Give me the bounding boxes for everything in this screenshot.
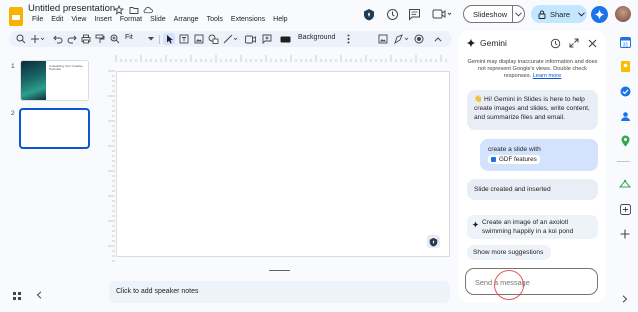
- lock-icon: [538, 10, 546, 19]
- zoom-icon[interactable]: [109, 33, 121, 45]
- keyboard-shortcut-icon[interactable]: [279, 33, 292, 45]
- get-add-ons-icon[interactable]: [618, 227, 632, 241]
- document-title[interactable]: Untitled presentation: [28, 3, 115, 14]
- menu-format[interactable]: Format: [116, 16, 146, 23]
- gemini-disclaimer: Gemini may display inaccurate informatio…: [466, 59, 599, 80]
- suggestion-chip[interactable]: Create an image of an axolotl swimming h…: [467, 215, 598, 239]
- pen-tool-icon[interactable]: [393, 33, 411, 45]
- line-icon[interactable]: [222, 33, 240, 45]
- tasks-icon[interactable]: [618, 84, 632, 98]
- slides-logo-icon[interactable]: [9, 7, 23, 26]
- chevron-up-icon[interactable]: [432, 33, 444, 45]
- search-menus-icon[interactable]: [15, 33, 27, 45]
- menu-bar: File Edit View Insert Format Slide Arran…: [28, 16, 292, 23]
- gemini-shield-icon[interactable]: [362, 7, 376, 21]
- chevron-right-icon[interactable]: [618, 292, 632, 306]
- show-more-suggestions-button[interactable]: Show more suggestions: [467, 245, 551, 260]
- zoom-select[interactable]: Fit: [125, 34, 133, 41]
- file-chip-label: GDF features: [499, 156, 537, 163]
- slide-canvas[interactable]: [116, 71, 450, 257]
- slide-number: 2: [11, 110, 15, 117]
- comments-icon[interactable]: [407, 7, 421, 21]
- gemini-message-input[interactable]: Send a message: [465, 268, 598, 295]
- docs-file-icon: [491, 157, 496, 162]
- maps-icon[interactable]: [618, 134, 632, 148]
- slide-thumbnail-1[interactable]: Unleashing Your Creative Potential: [20, 60, 89, 101]
- more-options-icon[interactable]: [344, 33, 352, 45]
- calendar-icon[interactable]: 31: [618, 35, 632, 49]
- star-icon[interactable]: [114, 5, 124, 15]
- slide-thumbnail-2[interactable]: [19, 108, 90, 149]
- menu-slide[interactable]: Slide: [146, 16, 170, 23]
- account-avatar[interactable]: [615, 6, 631, 22]
- menu-help[interactable]: Help: [269, 16, 291, 23]
- share-label: Share: [550, 9, 571, 19]
- meet-call-icon[interactable]: [431, 7, 453, 21]
- chevron-left-icon[interactable]: [34, 290, 43, 299]
- divider: [617, 161, 630, 162]
- add-on-icon[interactable]: [618, 177, 632, 191]
- menu-view[interactable]: View: [67, 16, 90, 23]
- record-icon[interactable]: [413, 33, 425, 45]
- new-slide-icon[interactable]: [30, 33, 46, 45]
- cloud-status-icon[interactable]: [143, 5, 153, 15]
- menu-arrange[interactable]: Arrange: [170, 16, 203, 23]
- share-button[interactable]: Share: [531, 5, 587, 23]
- slideshow-label: Slideshow: [473, 9, 508, 19]
- svg-text:31: 31: [622, 42, 628, 48]
- menu-file[interactable]: File: [28, 16, 47, 23]
- move-folder-icon[interactable]: [129, 5, 139, 15]
- file-chip[interactable]: GDF features: [488, 155, 540, 164]
- image-options-icon[interactable]: [377, 33, 389, 45]
- gemini-sparkle-icon: [466, 38, 476, 48]
- keep-icon[interactable]: [618, 59, 632, 73]
- select-cursor-icon[interactable]: [163, 33, 175, 45]
- menu-edit[interactable]: Edit: [47, 16, 67, 23]
- notes-resize-handle[interactable]: [269, 270, 290, 271]
- shape-icon[interactable]: [207, 33, 219, 45]
- background-button[interactable]: Background: [298, 34, 335, 41]
- divider: [159, 35, 160, 44]
- user-prompt-message: create a slide with GDF features: [480, 139, 598, 171]
- thumbnail-artwork: [21, 61, 46, 100]
- text-box-icon[interactable]: [178, 33, 190, 45]
- sparkle-icon: [471, 220, 479, 228]
- paint-format-icon[interactable]: [94, 33, 106, 45]
- contacts-icon[interactable]: [618, 109, 632, 123]
- gemini-welcome-message: 👋 Hi! Gemini in Slides is here to help c…: [467, 90, 598, 130]
- redo-icon[interactable]: [66, 33, 78, 45]
- thumbnail-title: Unleashing Your Creative Potential: [49, 64, 83, 72]
- menu-extensions[interactable]: Extensions: [227, 16, 269, 23]
- comment-add-icon[interactable]: [261, 33, 273, 45]
- gemini-panel-title: Gemini: [480, 38, 507, 48]
- speaker-notes[interactable]: Click to add speaker notes: [109, 281, 450, 303]
- horizontal-ruler[interactable]: [108, 54, 450, 62]
- close-icon[interactable]: [586, 37, 598, 49]
- undo-icon[interactable]: [52, 33, 64, 45]
- learn-more-link[interactable]: Learn more: [533, 73, 562, 79]
- menu-tools[interactable]: Tools: [203, 16, 227, 23]
- insert-image-icon[interactable]: [193, 33, 205, 45]
- gemini-sparkle-button[interactable]: [591, 6, 608, 23]
- chevron-down-icon[interactable]: [147, 33, 155, 45]
- add-on-icon[interactable]: [618, 202, 632, 216]
- suggestion-text: Create an image of an axolotl swimming h…: [482, 219, 574, 235]
- slide-number: 1: [11, 63, 15, 70]
- history-icon[interactable]: [549, 37, 561, 49]
- grid-view-icon[interactable]: [12, 291, 21, 300]
- menu-insert[interactable]: Insert: [90, 16, 116, 23]
- expand-icon[interactable]: [568, 37, 580, 49]
- print-icon[interactable]: [80, 33, 92, 45]
- gemini-response-message: Slide created and inserted: [467, 179, 598, 200]
- gemini-shield-icon[interactable]: [427, 235, 440, 248]
- chevron-down-icon[interactable]: [513, 11, 524, 17]
- user-prompt-text: create a slide with: [488, 146, 541, 153]
- slideshow-button[interactable]: Slideshow: [463, 5, 525, 23]
- chevron-down-icon[interactable]: [578, 11, 585, 17]
- vertical-ruler[interactable]: [108, 62, 115, 262]
- version-history-icon[interactable]: [385, 7, 399, 21]
- video-icon[interactable]: [244, 33, 256, 45]
